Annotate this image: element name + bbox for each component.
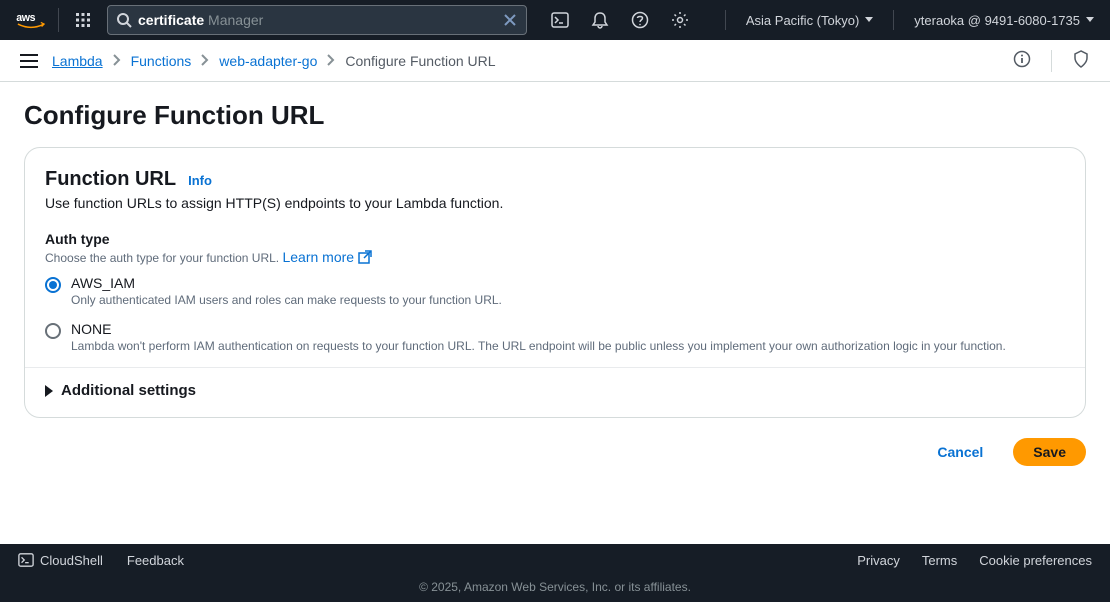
- card-description: Use function URLs to assign HTTP(S) endp…: [45, 195, 1065, 211]
- radio-aws-iam[interactable]: AWS_IAM Only authenticated IAM users and…: [45, 275, 1065, 307]
- radio-label: NONE: [71, 321, 1006, 337]
- chevron-right-icon: [327, 53, 335, 69]
- search-typed-text: certificate: [138, 12, 204, 28]
- additional-settings-toggle[interactable]: Additional settings: [45, 382, 1065, 399]
- breadcrumb-current: Configure Function URL: [345, 53, 495, 69]
- cancel-button[interactable]: Cancel: [917, 438, 1003, 466]
- auth-type-help: Choose the auth type for your function U…: [45, 249, 1065, 265]
- breadcrumb-function-name[interactable]: web-adapter-go: [219, 53, 317, 69]
- auth-type-label: Auth type: [45, 231, 1065, 247]
- breadcrumb-bar: Lambda Functions web-adapter-go Configur…: [0, 40, 1110, 82]
- footer: CloudShell Feedback Privacy Terms Cookie…: [0, 544, 1110, 602]
- user-label: yteraoka @ 9491-6080-1735: [914, 13, 1080, 28]
- learn-more-text: Learn more: [282, 249, 354, 265]
- hamburger-icon[interactable]: [20, 54, 38, 68]
- top-nav-right: Asia Pacific (Tokyo) yteraoka @ 9491-608…: [725, 10, 1094, 30]
- search-icon: [116, 12, 132, 28]
- info-link[interactable]: Info: [188, 173, 212, 188]
- divider: [725, 10, 726, 30]
- search-container[interactable]: certificate Manager: [107, 5, 527, 35]
- privacy-link[interactable]: Privacy: [857, 553, 900, 568]
- search-suggestion-text: Manager: [204, 12, 263, 28]
- learn-more-link[interactable]: Learn more: [282, 249, 372, 265]
- cloudshell-link[interactable]: CloudShell: [18, 552, 103, 568]
- function-url-card: Function URL Info Use function URLs to a…: [24, 147, 1086, 418]
- caret-right-icon: [45, 385, 53, 397]
- region-selector[interactable]: Asia Pacific (Tokyo): [746, 13, 873, 28]
- radio-label: AWS_IAM: [71, 275, 502, 291]
- chevron-down-icon: [1086, 17, 1094, 23]
- footer-row: CloudShell Feedback Privacy Terms Cookie…: [0, 544, 1110, 576]
- radio-description: Lambda won't perform IAM authentication …: [71, 339, 1006, 353]
- aws-logo[interactable]: aws: [16, 8, 59, 32]
- top-nav-icons: [551, 11, 689, 29]
- svg-text:aws: aws: [16, 12, 35, 24]
- divider: [893, 10, 894, 30]
- breadcrumb-functions[interactable]: Functions: [131, 53, 192, 69]
- feedback-link[interactable]: Feedback: [127, 553, 184, 568]
- help-icon[interactable]: [631, 11, 649, 29]
- page-title: Configure Function URL: [24, 100, 1086, 131]
- card-header: Function URL Info: [45, 168, 1065, 191]
- cloudshell-icon: [18, 552, 34, 568]
- radio-button[interactable]: [45, 323, 61, 339]
- divider: [25, 367, 1085, 368]
- chevron-down-icon: [865, 17, 873, 23]
- action-row: Cancel Save: [24, 438, 1086, 466]
- auth-help-text: Choose the auth type for your function U…: [45, 251, 279, 265]
- shield-icon[interactable]: [1072, 50, 1090, 71]
- clear-search-icon[interactable]: [502, 12, 518, 28]
- footer-right: Privacy Terms Cookie preferences: [857, 553, 1092, 568]
- breadcrumb-right: [1013, 50, 1090, 72]
- chevron-right-icon: [113, 53, 121, 69]
- external-link-icon: [358, 250, 372, 264]
- cloudshell-icon[interactable]: [551, 11, 569, 29]
- region-label: Asia Pacific (Tokyo): [746, 13, 859, 28]
- main-content: Configure Function URL Function URL Info…: [0, 82, 1110, 544]
- terms-link[interactable]: Terms: [922, 553, 957, 568]
- cloudshell-label: CloudShell: [40, 553, 103, 568]
- radio-none[interactable]: NONE Lambda won't perform IAM authentica…: [45, 321, 1065, 353]
- radio-description: Only authenticated IAM users and roles c…: [71, 293, 502, 307]
- auth-type-radio-group: AWS_IAM Only authenticated IAM users and…: [45, 275, 1065, 353]
- footer-copyright: © 2025, Amazon Web Services, Inc. or its…: [0, 576, 1110, 602]
- save-button[interactable]: Save: [1013, 438, 1086, 466]
- breadcrumb-lambda[interactable]: Lambda: [52, 53, 103, 69]
- settings-icon[interactable]: [671, 11, 689, 29]
- breadcrumb: Lambda Functions web-adapter-go Configur…: [52, 53, 496, 69]
- chevron-right-icon: [201, 53, 209, 69]
- cookies-link[interactable]: Cookie preferences: [979, 553, 1092, 568]
- info-icon[interactable]: [1013, 50, 1031, 71]
- search-input[interactable]: certificate Manager: [132, 12, 502, 28]
- apps-grid-icon[interactable]: [75, 12, 91, 28]
- divider: [1051, 50, 1052, 72]
- top-nav: aws certificate Manager: [0, 0, 1110, 40]
- notifications-icon[interactable]: [591, 11, 609, 29]
- card-title: Function URL: [45, 168, 176, 191]
- radio-button[interactable]: [45, 277, 61, 293]
- user-menu[interactable]: yteraoka @ 9491-6080-1735: [914, 13, 1094, 28]
- additional-settings-label: Additional settings: [61, 382, 196, 399]
